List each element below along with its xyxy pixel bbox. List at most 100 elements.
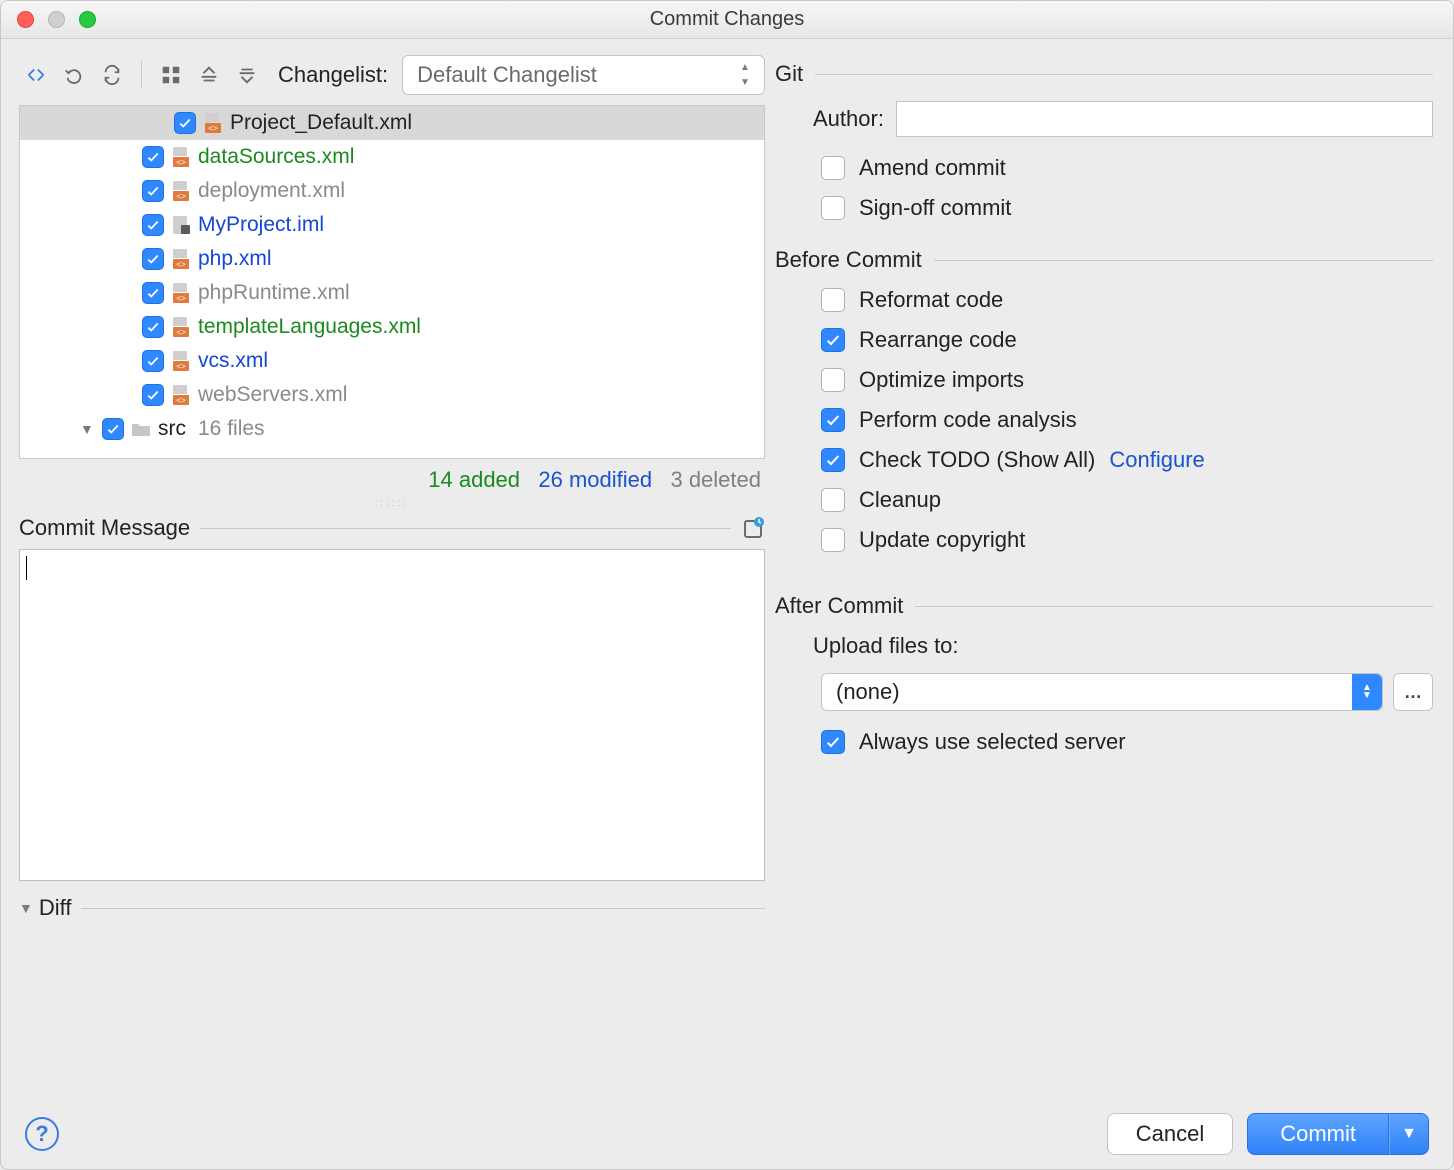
folder-row[interactable]: ▼src16 files [20, 412, 764, 446]
checkbox-icon[interactable] [142, 316, 164, 338]
checkbox-icon[interactable] [142, 214, 164, 236]
refresh-icon[interactable] [95, 58, 129, 92]
changelist-select[interactable]: Default Changelist ▲▼ [402, 55, 765, 95]
checkbox-icon[interactable] [821, 448, 845, 472]
option-label: Rearrange code [859, 327, 1017, 353]
file-icon [170, 214, 192, 236]
collapse-all-icon[interactable] [230, 58, 264, 92]
dropdown-cap-icon: ▲▼ [1352, 674, 1382, 710]
commit-button[interactable]: Commit [1247, 1113, 1389, 1155]
option-label: Amend commit [859, 155, 1006, 181]
commit-dialog: Commit Changes [0, 0, 1454, 1170]
file-icon: <> [170, 384, 192, 406]
checkbox-icon[interactable] [821, 408, 845, 432]
checkbox-icon[interactable] [142, 350, 164, 372]
changelist-value: Default Changelist [417, 62, 597, 88]
commit-message-label: Commit Message [19, 515, 190, 541]
option-label: Update copyright [859, 527, 1025, 553]
svg-text:<>: <> [176, 328, 186, 337]
file-icon: <> [170, 248, 192, 270]
file-row[interactable]: <>templateLanguages.xml [20, 310, 764, 344]
file-name: dataSources.xml [198, 145, 354, 169]
amend-commit-option[interactable]: Amend commit [821, 155, 1433, 181]
resize-grip-icon[interactable]: :::::: [19, 497, 765, 509]
checkbox-icon[interactable] [821, 730, 845, 754]
commit-message-input[interactable] [19, 549, 765, 881]
file-name: vcs.xml [198, 349, 268, 373]
diff-label: Diff [39, 895, 72, 921]
checkbox-icon[interactable] [821, 328, 845, 352]
checkbox-icon[interactable] [142, 248, 164, 270]
stepper-icon: ▲▼ [734, 60, 756, 90]
author-label: Author: [813, 106, 884, 132]
text-caret [26, 556, 27, 580]
expand-all-icon[interactable] [192, 58, 226, 92]
svg-text:<>: <> [176, 192, 186, 201]
file-row[interactable]: MyProject.iml [20, 208, 764, 242]
revert-icon[interactable] [57, 58, 91, 92]
file-icon: <> [170, 316, 192, 338]
file-name: php.xml [198, 247, 272, 271]
history-icon[interactable] [741, 516, 765, 540]
option-label: Sign-off commit [859, 195, 1011, 221]
checkbox-icon[interactable] [821, 528, 845, 552]
upload-label-row: Upload files to: [813, 633, 1433, 659]
cancel-button[interactable]: Cancel [1107, 1113, 1233, 1155]
commit-split-button: Commit ▼ [1247, 1113, 1429, 1155]
help-icon[interactable]: ? [25, 1117, 59, 1151]
commit-message-header: Commit Message [19, 515, 765, 541]
checkbox-icon[interactable] [142, 146, 164, 168]
checkbox-icon[interactable] [142, 384, 164, 406]
cleanup-option[interactable]: Cleanup [821, 487, 1433, 513]
file-icon: <> [170, 350, 192, 372]
check-todo-option[interactable]: Check TODO (Show All) Configure [821, 447, 1433, 473]
file-row[interactable]: <> phpRuntime.xml [20, 276, 764, 310]
checkbox-icon[interactable] [102, 418, 124, 440]
checkbox-icon[interactable] [821, 288, 845, 312]
added-count: 14 added [428, 467, 520, 492]
reformat-code-option[interactable]: Reformat code [821, 287, 1433, 313]
commit-dropdown-icon[interactable]: ▼ [1389, 1113, 1429, 1155]
window-title: Commit Changes [1, 8, 1453, 31]
author-input[interactable] [896, 101, 1433, 137]
file-row[interactable]: <>deployment.xml [20, 174, 764, 208]
file-row[interactable]: <> vcs.xml [20, 344, 764, 378]
update-copyright-option[interactable]: Update copyright [821, 527, 1433, 553]
file-icon: <> [170, 282, 192, 304]
checkbox-icon[interactable] [142, 282, 164, 304]
upload-target-select[interactable]: (none) ▲▼ [821, 673, 1383, 711]
configure-link[interactable]: Configure [1109, 447, 1204, 473]
rearrange-code-option[interactable]: Rearrange code [821, 327, 1433, 353]
file-row[interactable]: <>dataSources.xml [20, 140, 764, 174]
checkbox-icon[interactable] [821, 156, 845, 180]
file-row[interactable]: <> webServers.xml [20, 378, 764, 412]
browse-button[interactable]: … [1393, 673, 1433, 711]
file-row[interactable]: <>Project_Default.xml [20, 106, 764, 140]
code-analysis-option[interactable]: Perform code analysis [821, 407, 1433, 433]
show-diff-icon[interactable] [19, 58, 53, 92]
signoff-commit-option[interactable]: Sign-off commit [821, 195, 1433, 221]
file-tree[interactable]: <>Project_Default.xml<>dataSources.xml<>… [19, 105, 765, 459]
toolbar: Changelist: Default Changelist ▲▼ [19, 53, 765, 97]
divider [81, 908, 765, 909]
file-row[interactable]: <> php.xml [20, 242, 764, 276]
file-name: Project_Default.xml [230, 111, 412, 135]
file-name: phpRuntime.xml [198, 281, 350, 305]
file-name: webServers.xml [198, 383, 347, 407]
checkbox-icon[interactable] [821, 368, 845, 392]
option-label: Optimize imports [859, 367, 1024, 393]
option-label: Cleanup [859, 487, 941, 513]
checkbox-icon[interactable] [821, 488, 845, 512]
right-panel: Git Author: Amend commit Sign-off commit… [775, 39, 1453, 1099]
file-icon: <> [170, 180, 192, 202]
checkbox-icon[interactable] [174, 112, 196, 134]
group-by-icon[interactable] [154, 58, 188, 92]
diff-section-header[interactable]: ▼ Diff [19, 895, 765, 921]
checkbox-icon[interactable] [142, 180, 164, 202]
deleted-count: 3 deleted [670, 467, 761, 492]
checkbox-icon[interactable] [821, 196, 845, 220]
optimize-imports-option[interactable]: Optimize imports [821, 367, 1433, 393]
chevron-down-icon[interactable]: ▼ [80, 421, 96, 437]
always-use-server-option[interactable]: Always use selected server [821, 729, 1433, 755]
titlebar: Commit Changes [1, 1, 1453, 39]
